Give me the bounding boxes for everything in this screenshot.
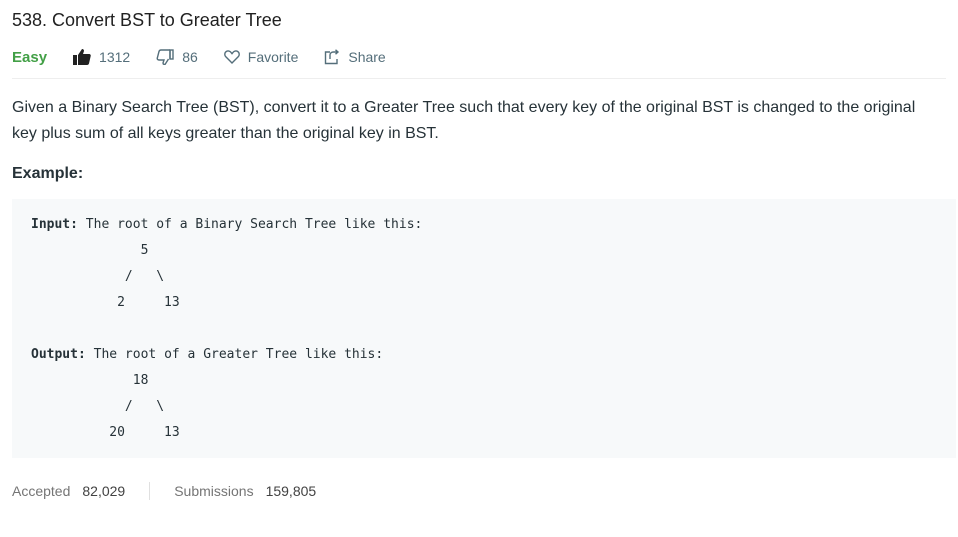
share-label: Share — [348, 49, 386, 65]
submissions-value: 159,805 — [265, 483, 317, 499]
problem-page: 538. Convert BST to Greater Tree Easy 13… — [0, 0, 958, 500]
difficulty-badge: Easy — [12, 48, 48, 66]
stats-divider — [149, 482, 151, 500]
dislike-count: 86 — [182, 49, 198, 65]
example-code-block: Input: The root of a Binary Search Tree … — [12, 199, 956, 458]
output-tree: 18 / \ 20 13 — [109, 373, 180, 440]
like-count: 1312 — [99, 49, 131, 65]
input-description: The root of a Binary Search Tree like th… — [77, 217, 423, 232]
submissions-label: Submissions — [174, 483, 254, 499]
output-description: The root of a Greater Tree like this: — [85, 347, 384, 362]
accepted-value: 82,029 — [82, 483, 126, 499]
problem-description: Given a Binary Search Tree (BST), conver… — [12, 99, 916, 142]
like-button[interactable]: 1312 — [73, 49, 130, 65]
favorite-button[interactable]: Favorite — [223, 49, 299, 65]
heart-icon — [223, 50, 240, 64]
accepted-label: Accepted — [12, 483, 71, 499]
share-button[interactable]: Share — [324, 49, 386, 65]
output-label: Output: — [31, 347, 86, 362]
problem-title: 538. Convert BST to Greater Tree — [12, 10, 282, 30]
example-heading: Example: — [12, 165, 84, 182]
problem-meta-bar: Easy 1312 86 Favorite Share — [12, 42, 946, 79]
thumbs-up-icon — [73, 49, 91, 65]
input-label: Input: — [31, 217, 78, 232]
submission-stats: Accepted 82,029 Submissions 159,805 — [12, 482, 946, 500]
thumbs-down-icon — [156, 49, 174, 65]
favorite-label: Favorite — [247, 49, 299, 65]
share-icon — [325, 49, 340, 65]
dislike-button[interactable]: 86 — [156, 49, 198, 65]
input-tree: 5 / \ 2 13 — [117, 243, 180, 310]
